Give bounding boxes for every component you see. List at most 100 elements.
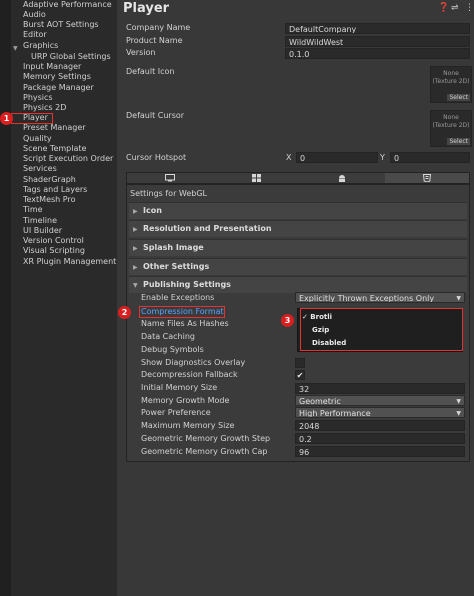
help-icon[interactable]: ❓ — [438, 3, 449, 13]
memory-growth-mode-value: Geometric — [299, 397, 341, 406]
sidebar-item-preset-manager[interactable]: Preset Manager — [23, 123, 86, 133]
html5-icon — [423, 174, 431, 182]
sidebar-item-time[interactable]: Time — [23, 205, 43, 215]
default-icon-none-text: None — [443, 70, 459, 77]
sidebar-item-adaptive-performance[interactable]: Adaptive Performance — [23, 0, 112, 10]
default-cursor-none-text: None — [443, 114, 459, 121]
sidebar-item-memory-settings[interactable]: Memory Settings — [23, 72, 91, 82]
sidebar-item-visual-scripting[interactable]: Visual Scripting — [23, 246, 85, 256]
platform-tabs — [126, 172, 470, 184]
company-name-label: Company Name — [126, 23, 191, 32]
hotspot-x-field[interactable]: 0 — [296, 152, 378, 163]
section-arrow-icon: ▶ — [133, 245, 138, 252]
product-name-label: Product Name — [126, 36, 183, 45]
sidebar-item-physics[interactable]: Physics — [23, 93, 53, 103]
version-label: Version — [126, 48, 156, 57]
tab-android[interactable] — [299, 173, 385, 183]
show-diagnostics-overlay-label: Show Diagnostics Overlay — [141, 358, 246, 367]
hotspot-y-field[interactable]: 0 — [390, 152, 470, 163]
section-arrow-icon: ▶ — [133, 226, 138, 233]
preset-icon[interactable]: ⇌ — [451, 3, 459, 13]
default-icon-label: Default Icon — [126, 67, 175, 76]
section-splash-label: Splash Image — [143, 243, 204, 252]
enable-exceptions-dropdown[interactable]: Explicitly Thrown Exceptions Only ▼ — [295, 292, 465, 303]
hotspot-x-label: X — [286, 153, 292, 162]
decompression-fallback-checkbox[interactable]: ✔ — [295, 370, 305, 380]
more-icon[interactable]: ⋮ — [465, 3, 474, 13]
tab-standalone[interactable] — [127, 173, 213, 183]
geometric-memory-growth-cap-field[interactable]: 96 — [295, 446, 465, 457]
enable-exceptions-value: Explicitly Thrown Exceptions Only — [299, 294, 435, 303]
monitor-icon — [165, 174, 175, 182]
step-marker-2: 2 — [118, 306, 131, 319]
product-name-field[interactable]: WildWildWest — [285, 36, 470, 47]
section-resolution-presentation[interactable]: ▶ Resolution and Presentation — [129, 220, 467, 237]
data-caching-label: Data Caching — [141, 332, 195, 341]
chevron-down-icon: ▼ — [456, 398, 461, 405]
section-publishing-label: Publishing Settings — [143, 280, 231, 289]
sidebar-item-xr-plugin-management[interactable]: XR Plugin Management — [23, 257, 116, 267]
foldout-arrow-icon[interactable]: ▼ — [13, 44, 18, 54]
version-field[interactable]: 0.1.0 — [285, 48, 470, 59]
android-icon — [339, 175, 345, 182]
tab-webgl[interactable] — [385, 173, 469, 183]
company-name-field[interactable]: DefaultCompany — [285, 23, 470, 34]
memory-growth-mode-label: Memory Growth Mode — [141, 396, 230, 405]
sidebar-item-input-manager[interactable]: Input Manager — [23, 62, 81, 72]
sidebar-item-shadergraph[interactable]: ShaderGraph — [23, 175, 76, 185]
geometric-memory-growth-step-label: Geometric Memory Growth Step — [141, 434, 271, 443]
section-other-settings[interactable]: ▶ Other Settings — [129, 258, 467, 275]
power-preference-value: High Performance — [299, 409, 371, 418]
name-files-as-hashes-label: Name Files As Hashes — [141, 319, 229, 328]
hotspot-y-label: Y — [380, 153, 385, 162]
default-cursor-label: Default Cursor — [126, 111, 185, 120]
decompression-fallback-label: Decompression Fallback — [141, 370, 238, 379]
sidebar-item-ui-builder[interactable]: UI Builder — [23, 226, 62, 236]
section-publishing-settings[interactable]: ▼ Publishing Settings — [129, 276, 467, 293]
initial-memory-size-label: Initial Memory Size — [141, 383, 218, 392]
show-diagnostics-overlay-checkbox[interactable] — [295, 358, 305, 368]
maximum-memory-size-field[interactable]: 2048 — [295, 420, 465, 431]
power-preference-dropdown[interactable]: High Performance ▼ — [295, 407, 465, 418]
section-splash-image[interactable]: ▶ Splash Image — [129, 239, 467, 256]
default-icon-type-text: (Texture 2D) — [432, 78, 470, 85]
sidebar-item-tags-and-layers[interactable]: Tags and Layers — [23, 185, 87, 195]
memory-growth-mode-dropdown[interactable]: Geometric ▼ — [295, 395, 465, 406]
player-highlight-box — [11, 113, 53, 124]
compression-popup-highlight-box — [300, 308, 463, 351]
default-cursor-object-field[interactable]: None (Texture 2D) Select — [430, 110, 472, 147]
section-resolution-label: Resolution and Presentation — [143, 224, 272, 233]
chevron-down-icon: ▼ — [456, 295, 461, 302]
default-icon-object-field[interactable]: None (Texture 2D) Select — [430, 66, 472, 103]
default-cursor-type-text: (Texture 2D) — [432, 122, 470, 129]
step-marker-1: 1 — [0, 112, 13, 125]
chevron-down-icon: ▼ — [456, 410, 461, 417]
sidebar-item-audio[interactable]: Audio — [23, 10, 46, 20]
section-icon-label: Icon — [143, 206, 162, 215]
debug-symbols-label: Debug Symbols — [141, 345, 204, 354]
section-other-label: Other Settings — [143, 262, 210, 271]
sidebar-item-textmesh-pro[interactable]: TextMesh Pro — [23, 195, 75, 205]
geometric-memory-growth-step-field[interactable]: 0.2 — [295, 433, 465, 444]
sidebar-item-package-manager[interactable]: Package Manager — [23, 83, 94, 93]
sidebar-item-version-control[interactable]: Version Control — [23, 236, 84, 246]
sidebar-item-quality[interactable]: Quality — [23, 134, 52, 144]
default-cursor-select-button[interactable]: Select — [447, 138, 470, 145]
initial-memory-size-field[interactable]: 32 — [295, 383, 465, 394]
sidebar-item-services[interactable]: Services — [23, 164, 57, 174]
default-icon-select-button[interactable]: Select — [447, 94, 470, 101]
step-marker-3: 3 — [281, 314, 294, 327]
sidebar-item-urp-global-settings[interactable]: URP Global Settings — [31, 52, 111, 62]
section-arrow-icon: ▶ — [133, 264, 138, 271]
section-icon[interactable]: ▶ Icon — [129, 202, 467, 219]
sidebar-item-script-execution-order[interactable]: Script Execution Order — [23, 154, 113, 164]
compression-format-highlight-box — [139, 306, 225, 318]
enable-exceptions-label: Enable Exceptions — [141, 293, 215, 302]
tab-webgl-grid[interactable] — [213, 173, 299, 183]
sidebar-item-burst-aot-settings[interactable]: Burst AOT Settings — [23, 20, 99, 30]
sidebar-item-physics-2d[interactable]: Physics 2D — [23, 103, 66, 113]
sidebar-item-scene-template[interactable]: Scene Template — [23, 144, 86, 154]
sidebar-item-timeline[interactable]: Timeline — [23, 216, 57, 226]
sidebar-item-editor[interactable]: Editor — [23, 30, 47, 40]
sidebar-item-graphics[interactable]: Graphics — [23, 41, 58, 51]
